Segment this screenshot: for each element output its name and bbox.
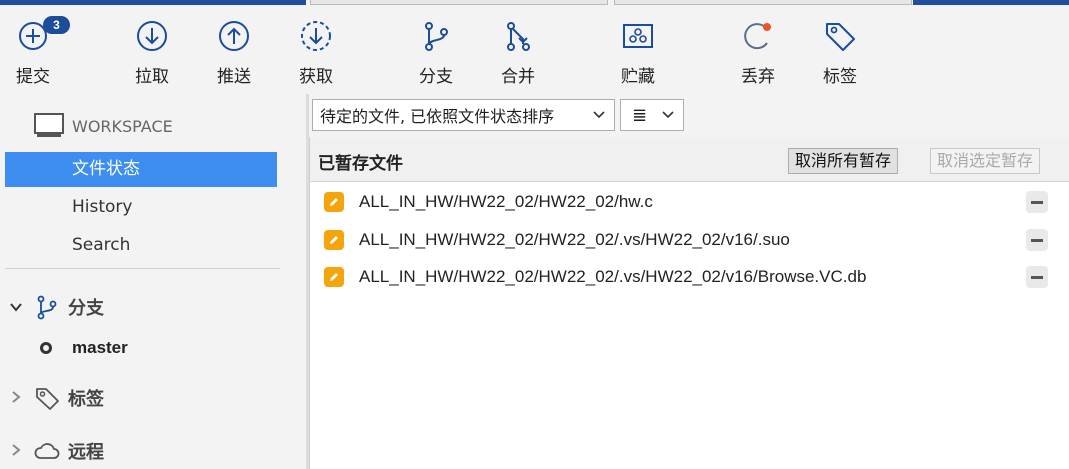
unstage-selected-button[interactable]: 取消选定暂存	[930, 148, 1041, 174]
tag-button[interactable]: 标签	[810, 19, 870, 89]
discard-label: 丢弃	[741, 67, 775, 87]
fetch-label: 获取	[299, 67, 333, 87]
merge-button[interactable]: 合并	[488, 19, 548, 89]
file-path: ALL_IN_HW/HW22_02/HW22_02/.vs/HW22_02/v1…	[359, 267, 867, 286]
push-label: 推送	[217, 67, 251, 87]
merge-label: 合并	[501, 67, 535, 87]
stash-button[interactable]: 贮藏	[608, 19, 668, 89]
tag-label: 标签	[823, 67, 857, 87]
branch-button[interactable]: 分支	[406, 19, 466, 89]
list-view-icon: ≣	[632, 104, 648, 126]
sidebar-group-branches[interactable]: 分支	[8, 292, 104, 322]
sidebar-item-history[interactable]: History	[5, 190, 277, 225]
staged-files-title: 已暂存文件	[318, 154, 403, 174]
pull-label: 拉取	[135, 67, 169, 87]
tag-icon	[826, 23, 855, 51]
sidebar-item-file-status[interactable]: 文件状态	[5, 152, 277, 187]
discard-icon	[744, 23, 771, 50]
toolbar: 3 提交 拉取 推送 获取 分支 合并 贮藏 丢弃 标签	[0, 5, 1069, 94]
staged-files-panel: 已暂存文件 取消所有暂存 取消选定暂存 ALL_IN_HW/HW22_02/HW…	[309, 137, 1069, 469]
pull-arrow-down-icon	[137, 21, 167, 51]
sidebar-group-remotes[interactable]: 远程	[8, 436, 104, 466]
staged-file-row[interactable]: ALL_IN_HW/HW22_02/HW22_02/.vs/HW22_02/v1…	[324, 262, 1064, 292]
branch-label: 分支	[419, 67, 453, 87]
chevron-right-icon[interactable]	[8, 390, 24, 406]
commit-button[interactable]: 3 提交	[3, 16, 70, 89]
stash-box-icon	[623, 24, 653, 48]
file-path: ALL_IN_HW/HW22_02/HW22_02/hw.c	[359, 192, 653, 211]
branch-icon	[425, 22, 448, 51]
main-panel: 待定的文件, 已依照文件状态排序 ≣ 已暂存文件 取消所有暂存 取消选定暂存 A…	[309, 94, 1069, 469]
pull-button[interactable]: 拉取	[122, 19, 182, 89]
sidebar: WORKSPACE 文件状态 History Search 分支 master …	[0, 94, 306, 469]
sidebar-group-tags[interactable]: 标签	[8, 383, 104, 413]
merge-icon	[507, 22, 530, 51]
workspace-header: WORKSPACE	[34, 112, 173, 140]
monitor-icon	[34, 113, 64, 137]
commit-label: 提交	[16, 67, 50, 87]
chevron-down-icon[interactable]	[8, 299, 24, 315]
sidebar-item-label: History	[72, 197, 133, 217]
remotes-label: 远程	[68, 442, 104, 463]
sourcetree-window: 3 提交 拉取 推送 获取 分支 合并 贮藏 丢弃 标签 WORKSPACE 文…	[0, 0, 1069, 469]
discard-button[interactable]: 丢弃	[728, 19, 788, 89]
sidebar-item-label: Search	[72, 235, 131, 255]
branch-name: master	[72, 338, 128, 357]
modified-pencil-icon	[324, 267, 344, 287]
view-mode-dropdown[interactable]: ≣	[620, 99, 684, 131]
file-path: ALL_IN_HW/HW22_02/HW22_02/.vs/HW22_02/v1…	[359, 230, 790, 249]
staged-file-row[interactable]: ALL_IN_HW/HW22_02/HW22_02/.vs/HW22_02/v1…	[324, 225, 1064, 255]
workspace-label: WORKSPACE	[72, 116, 173, 136]
tag-icon	[36, 388, 59, 410]
push-button[interactable]: 推送	[204, 19, 264, 89]
chevron-right-icon[interactable]	[8, 443, 24, 459]
stash-label: 贮藏	[621, 67, 655, 87]
fetch-button[interactable]: 获取	[286, 19, 346, 89]
modified-pencil-icon	[324, 230, 344, 250]
modified-pencil-icon	[324, 192, 344, 212]
current-branch-ring-icon	[40, 342, 52, 354]
sidebar-divider	[5, 268, 280, 269]
branches-label: 分支	[68, 298, 104, 319]
unstage-file-minus-icon[interactable]	[1026, 229, 1048, 251]
branch-icon	[37, 295, 57, 320]
unstage-file-minus-icon[interactable]	[1026, 266, 1048, 288]
staged-file-row[interactable]: ALL_IN_HW/HW22_02/HW22_02/hw.c	[324, 187, 1064, 217]
unstage-all-button[interactable]: 取消所有暂存	[788, 148, 899, 174]
branch-item-master[interactable]: master	[40, 337, 128, 359]
sidebar-item-search[interactable]: Search	[5, 228, 277, 263]
chevron-down-icon	[593, 111, 605, 119]
commit-count-badge: 3	[43, 16, 70, 34]
sort-dropdown-value: 待定的文件, 已依照文件状态排序	[320, 107, 555, 126]
staged-files-header: 已暂存文件 取消所有暂存 取消选定暂存	[310, 137, 1069, 182]
tags-label: 标签	[68, 389, 104, 410]
fetch-dashed-arrow-icon	[301, 21, 331, 51]
cloud-icon	[34, 443, 60, 459]
chevron-down-icon	[662, 111, 674, 119]
sort-dropdown[interactable]: 待定的文件, 已依照文件状态排序	[312, 99, 615, 131]
unstage-file-minus-icon[interactable]	[1026, 191, 1048, 213]
sidebar-item-label: 文件状态	[72, 159, 140, 179]
push-arrow-up-icon	[219, 21, 249, 51]
